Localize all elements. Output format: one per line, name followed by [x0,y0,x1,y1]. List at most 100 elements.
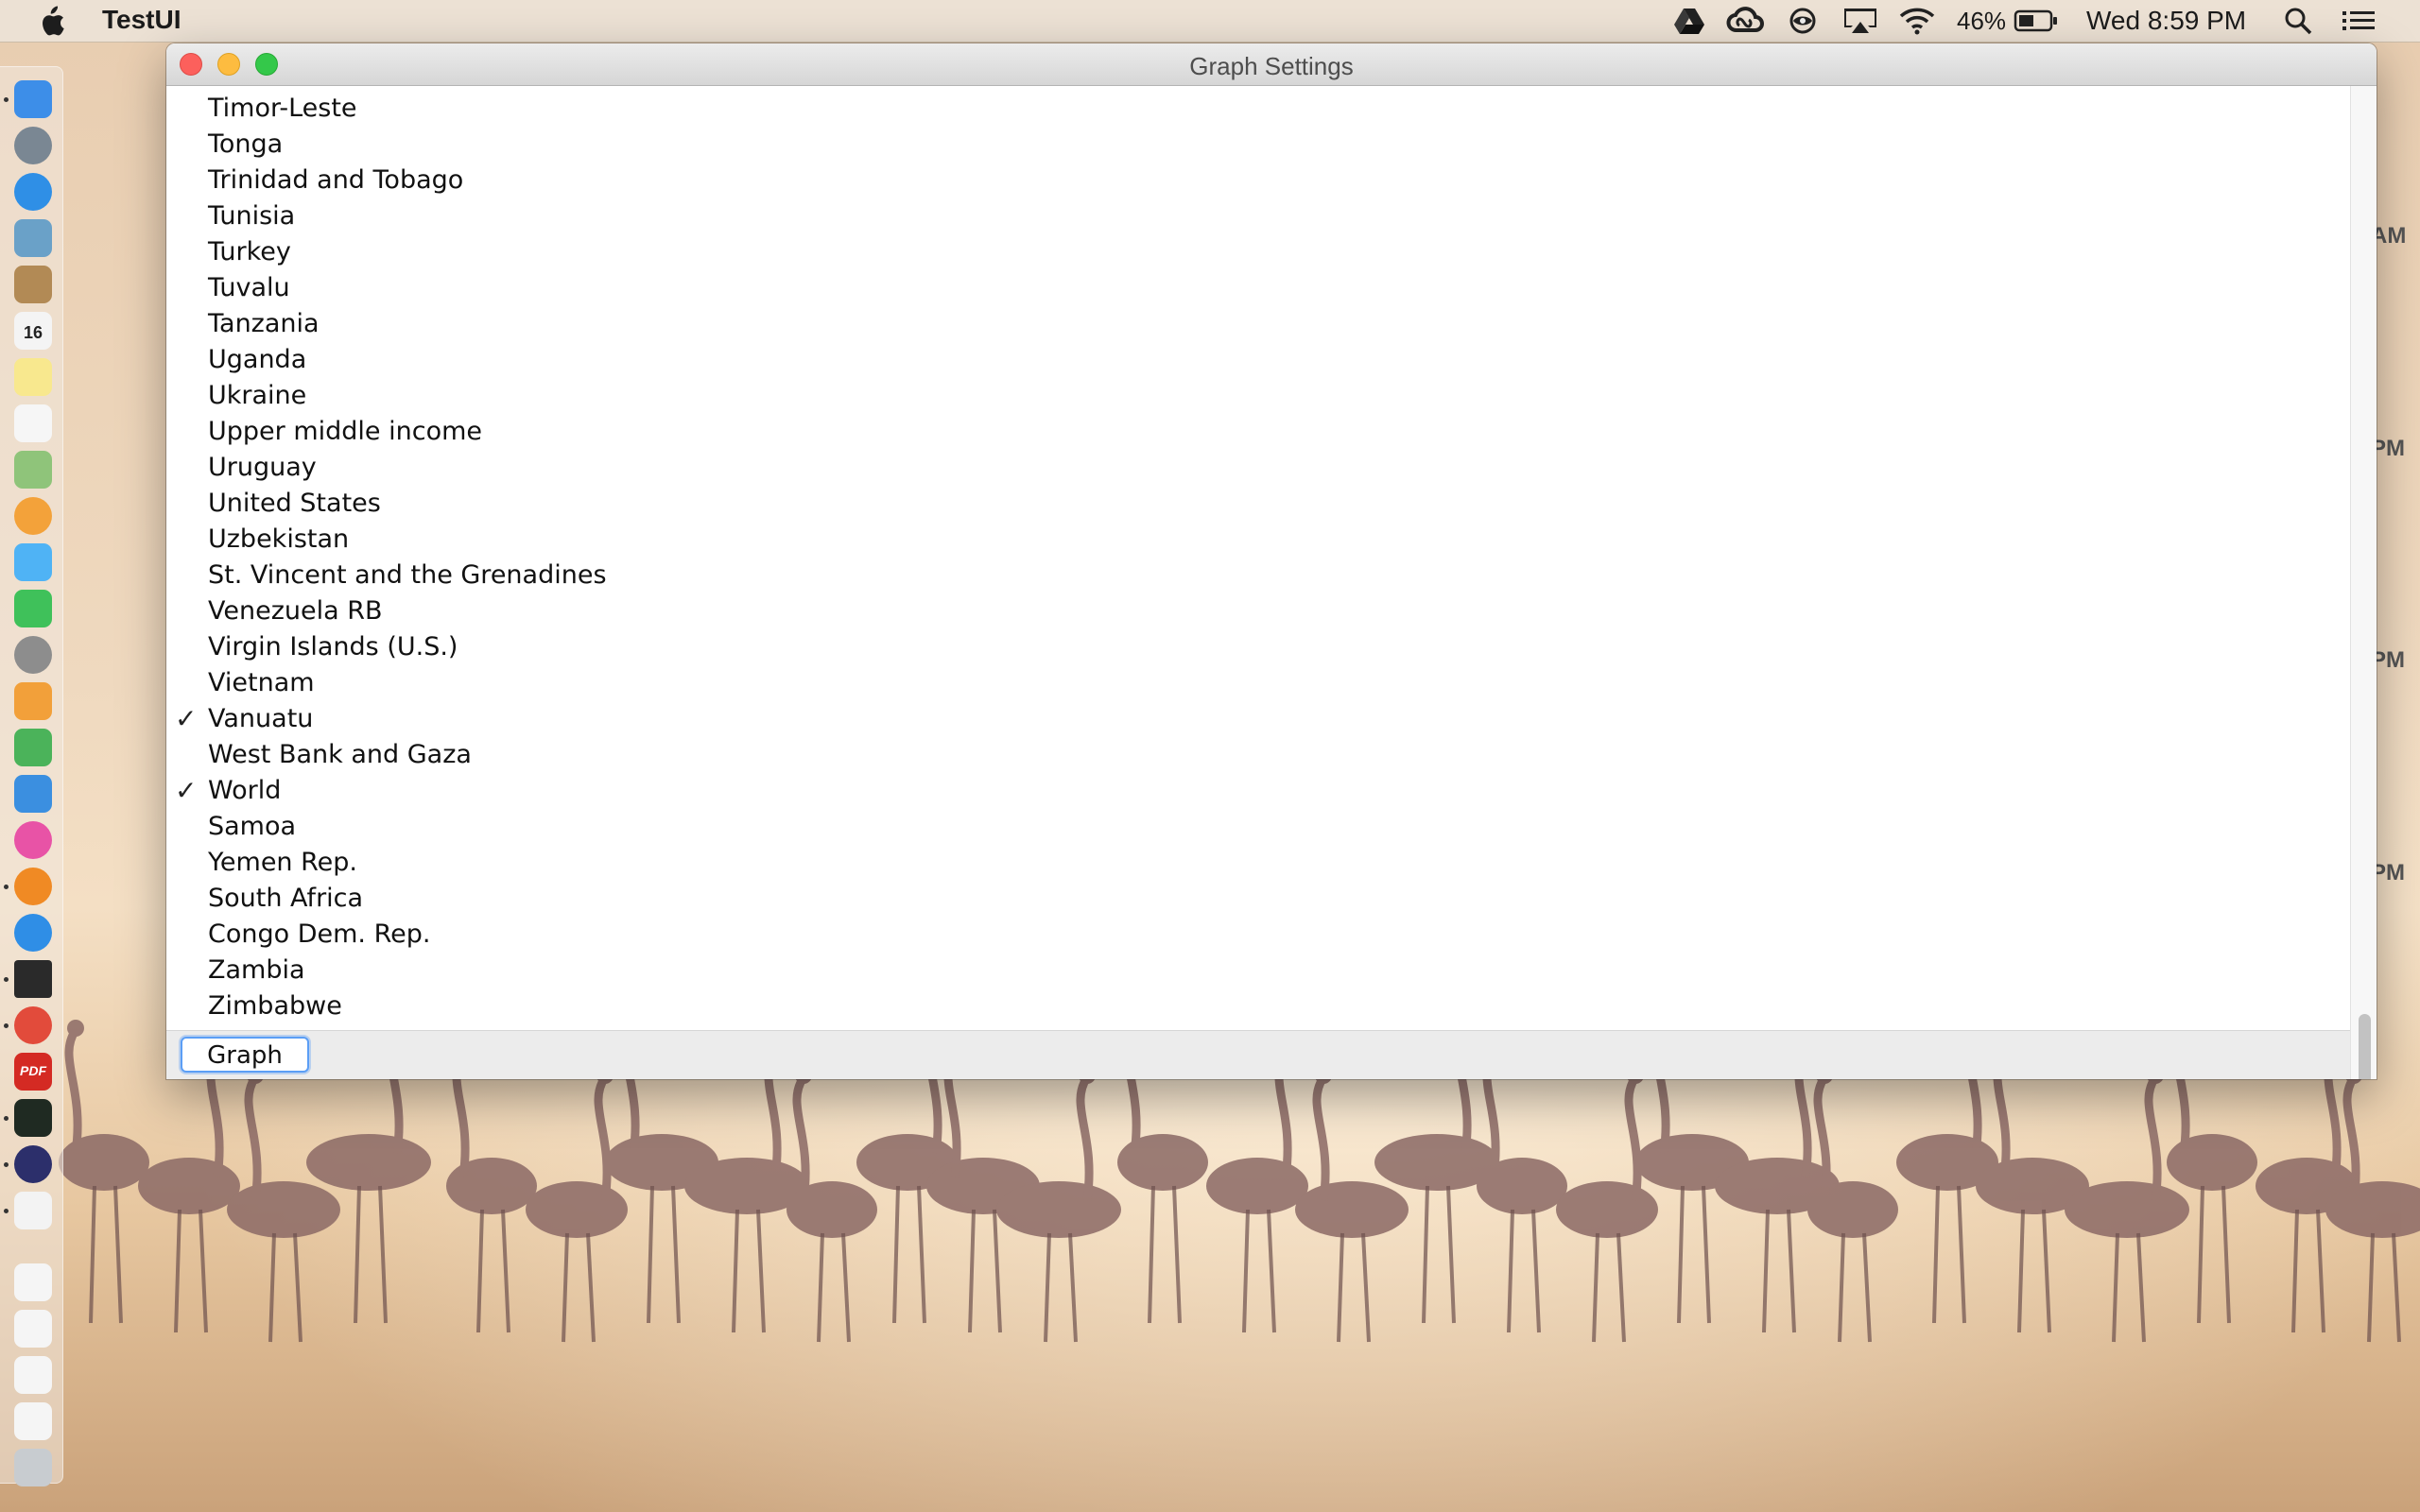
checkmark-icon: ✓ [175,775,198,806]
terminal-icon[interactable] [14,960,52,998]
list-item-label: Zimbabwe [208,991,342,1021]
list-item[interactable]: Venezuela RB [166,593,2341,629]
launchpad-icon[interactable] [14,127,52,164]
graph-button[interactable]: Graph [181,1037,309,1073]
list-item-label: Upper middle income [208,417,482,446]
country-list-area[interactable]: Timor-Leste Tonga Trinidad and Tobago Tunis… [166,86,2350,1074]
list-item[interactable]: Tuvalu [166,270,2341,306]
list-item[interactable]: Tanzania [166,306,2341,342]
app-store-icon[interactable] [14,914,52,952]
running-indicator [4,97,9,102]
chrome-icon[interactable] [14,1006,52,1044]
list-item-label: United States [208,489,381,518]
document-icon[interactable] [14,1356,52,1394]
vertical-scrollbar[interactable] [2350,86,2377,1079]
pdf-icon[interactable]: PDF [14,1053,52,1091]
list-item[interactable]: Uzbekistan [166,522,2341,558]
menu-clock[interactable]: Wed 8:59 PM [2086,6,2246,36]
list-item-label: Virgin Islands (U.S.) [208,632,458,662]
maps-icon[interactable] [14,451,52,489]
graph-settings-window: Graph Settings Timor-Leste Tonga Trinidad … [166,43,2377,1079]
eclipse-icon[interactable] [14,1145,52,1183]
list-item[interactable]: Tonga [166,127,2341,163]
trash-icon[interactable] [14,1449,52,1486]
facetime-icon[interactable] [14,590,52,627]
window-titlebar[interactable]: Graph Settings [166,43,2377,86]
list-item[interactable]: Trinidad and Tobago [166,163,2341,198]
eye-icon[interactable] [1787,6,1819,36]
apple-menu-icon[interactable] [36,6,66,38]
preview-icon[interactable] [14,219,52,257]
window-footer: Graph [166,1030,2350,1079]
flamingo-silhouette [1295,1181,1409,1238]
flamingo-silhouette [138,1158,240,1214]
list-item[interactable]: Vietnam [166,665,2341,701]
calendar-icon[interactable]: 16 [14,312,52,350]
list-item[interactable]: Uruguay [166,450,2341,486]
list-item-label: Zambia [208,955,305,985]
system-preferences-icon[interactable] [14,636,52,674]
contacts-icon[interactable] [14,266,52,303]
notification-center-icon[interactable] [2341,6,2377,36]
document-icon[interactable] [14,1263,52,1301]
scrollbar-thumb[interactable] [2359,1014,2371,1079]
list-item[interactable]: Virgin Islands (U.S.) [166,629,2341,665]
list-item[interactable]: South Africa [166,881,2341,917]
list-item[interactable]: Congo Dem. Rep. [166,917,2341,953]
notes-icon[interactable] [14,358,52,396]
flamingo-silhouette [306,1134,431,1191]
finder-icon[interactable] [14,80,52,118]
flamingo-silhouette [1477,1158,1567,1214]
list-item-label: Vanuatu [208,704,314,733]
app-name-menu[interactable]: TestUI [102,5,182,35]
list-item-label: Venezuela RB [208,596,383,626]
battery-icon[interactable] [2014,6,2059,36]
list-item[interactable]: Uganda [166,342,2341,378]
list-item[interactable]: Tunisia [166,198,2341,234]
document-icon[interactable] [14,1402,52,1440]
ibooks-icon[interactable] [14,868,52,905]
list-item[interactable]: Zimbabwe [166,988,2341,1024]
list-item[interactable]: United States [166,486,2341,522]
running-indicator [4,1023,9,1028]
list-item[interactable]: Ukraine [166,378,2341,414]
list-item-label: Ukraine [208,381,307,410]
safari-icon[interactable] [14,173,52,211]
pdf-label: PDF [20,1063,46,1078]
google-drive-icon[interactable] [1673,6,1705,36]
list-item[interactable]: St. Vincent and the Grenadines [166,558,2341,593]
list-item-label: World [208,776,282,805]
document-icon[interactable] [14,1310,52,1348]
keynote-icon[interactable] [14,775,52,813]
list-item[interactable]: Yemen Rep. [166,845,2341,881]
flamingo-silhouette [446,1158,537,1214]
list-item[interactable]: ✓ Vanuatu [166,701,2341,737]
list-item[interactable]: Zambia [166,953,2341,988]
java-icon[interactable] [14,1192,52,1229]
list-item[interactable]: Upper middle income [166,414,2341,450]
running-indicator [4,1209,9,1213]
list-item[interactable]: West Bank and Gaza [166,737,2341,773]
reminders-icon[interactable] [14,404,52,442]
list-item[interactable]: Turkey [166,234,2341,270]
pages-icon[interactable] [14,682,52,720]
window-title: Graph Settings [1189,52,1354,80]
itunes-icon[interactable] [14,821,52,859]
list-item[interactable]: Timor-Leste [166,91,2341,127]
list-item-label: West Bank and Gaza [208,740,472,769]
photos-icon[interactable] [14,497,52,535]
list-item-label: Tunisia [208,201,296,231]
menu-bar: TestUI 46% Wed 8:59 PM [0,0,2420,43]
activity-monitor-icon[interactable] [14,1099,52,1137]
numbers-icon[interactable] [14,729,52,766]
battery-percentage[interactable]: 46% [1957,7,2006,36]
spotlight-search-icon[interactable] [2282,6,2314,36]
messages-icon[interactable] [14,543,52,581]
list-item[interactable]: ✓ World [166,773,2341,809]
list-item[interactable]: Samoa [166,809,2341,845]
flamingo-silhouette [1556,1181,1658,1238]
flamingo-silhouette [1206,1158,1308,1214]
creative-cloud-icon[interactable] [1726,6,1764,36]
wifi-icon[interactable] [1898,6,1936,36]
airplay-icon[interactable] [1841,6,1879,36]
